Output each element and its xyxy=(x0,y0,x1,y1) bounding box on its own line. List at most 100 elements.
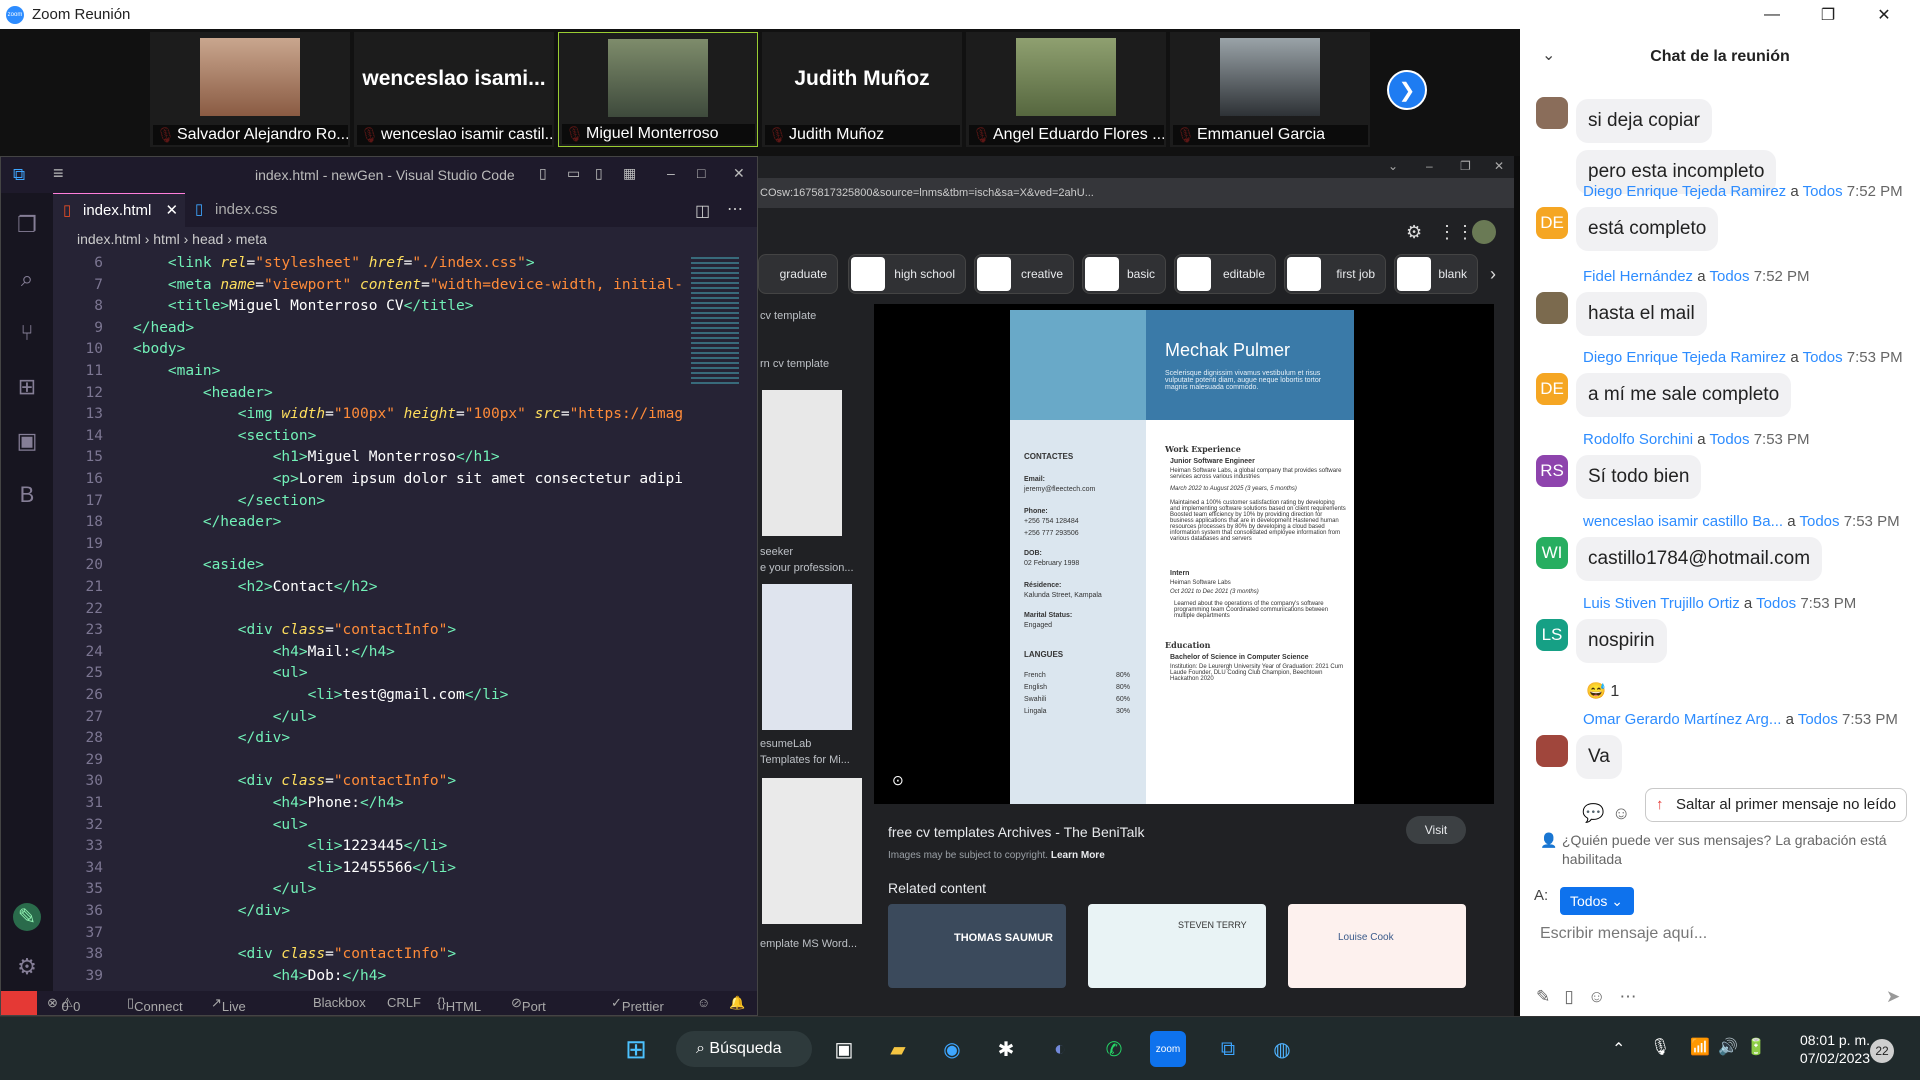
message-bubble[interactable]: castillo1784@hotmail.com xyxy=(1576,537,1823,581)
message-sender[interactable]: Diego Enrique Tejeda Ramirez a Todos 7:5… xyxy=(1583,183,1903,200)
message-bubble[interactable]: Sí todo bien xyxy=(1576,455,1702,499)
minimize-icon[interactable]: – xyxy=(667,165,675,181)
participant-tile-active[interactable]: 🎙 Miguel Monterroso xyxy=(558,32,758,147)
layout-sidebar-icon[interactable]: ▯ xyxy=(539,165,547,182)
message-input[interactable]: Escribir mensaje aquí... xyxy=(1540,925,1707,943)
code-line[interactable]: <title>Miguel Monterroso CV</title> xyxy=(133,298,474,314)
message-bubble[interactable]: hasta el mail xyxy=(1576,292,1707,336)
code-line[interactable]: <p>Lorem ipsum dolor sit amet consectetu… xyxy=(133,471,683,487)
code-line[interactable]: <h4>Dob:</h4> xyxy=(133,968,387,984)
learn-more-link[interactable]: Learn More xyxy=(1051,850,1105,861)
zoom-app-icon[interactable]: zoom xyxy=(1150,1031,1186,1067)
avatar[interactable]: DE xyxy=(1536,207,1568,239)
message-bubble[interactable]: Va xyxy=(1576,735,1622,779)
participant-tile[interactable]: 🎙 Angel Eduardo Flores ... xyxy=(966,32,1166,147)
result-caption[interactable]: cv template xyxy=(760,310,816,322)
breadcrumb-item[interactable]: meta xyxy=(236,231,267,247)
avatar[interactable] xyxy=(1536,97,1568,129)
close-button[interactable]: ✕ xyxy=(1856,0,1912,29)
result-thumbnail[interactable] xyxy=(762,584,852,730)
format-icon[interactable]: ✎ xyxy=(1536,987,1550,1006)
wifi-icon[interactable]: 📶 xyxy=(1690,1037,1710,1057)
close-icon[interactable]: ✕ xyxy=(1494,159,1504,173)
close-tab-icon[interactable]: ✕ xyxy=(166,202,179,219)
chevron-right-icon[interactable]: › xyxy=(1490,264,1496,285)
menu-hamburger-icon[interactable]: ≡ xyxy=(53,163,64,184)
discord-icon[interactable]: ◐ xyxy=(1042,1031,1078,1067)
result-caption[interactable]: e your profession... xyxy=(760,562,854,574)
code-line[interactable]: </ul> xyxy=(133,881,317,897)
jump-to-unread-button[interactable]: ↑ Saltar al primer mensaje no leído xyxy=(1645,788,1907,822)
settings-gear-icon[interactable]: ⚙ xyxy=(13,953,41,981)
close-icon[interactable]: ✕ xyxy=(733,165,745,182)
message-sender[interactable]: Fidel Hernández a Todos 7:52 PM xyxy=(1583,268,1810,285)
bell-icon[interactable]: 🔔 xyxy=(729,995,745,1011)
code-line[interactable]: </section> xyxy=(133,493,325,509)
gear-icon[interactable]: ⚙ xyxy=(1406,222,1422,243)
message-bubble[interactable]: está completo xyxy=(1576,207,1719,251)
more-icon[interactable]: ⋯ xyxy=(1619,987,1636,1006)
connect-item[interactable]: ▯ Connect xyxy=(127,995,183,1014)
search-icon[interactable]: ⌕ xyxy=(13,265,41,293)
tab-index-html[interactable]: ▯ index.html ✕ xyxy=(53,193,185,227)
message-bubble[interactable]: nospirin xyxy=(1576,619,1667,663)
participant-tile[interactable]: Judith Muñoz 🎙 Judith Muñoz xyxy=(762,32,962,147)
chevron-down-icon[interactable]: ⌄ xyxy=(1388,159,1398,173)
prettier-item[interactable]: ✓ Prettier xyxy=(611,995,664,1014)
chevron-up-icon[interactable]: ⌃ xyxy=(1612,1039,1625,1059)
code-line[interactable]: <h4>Phone:</h4> xyxy=(133,795,404,811)
port-item[interactable]: ⊘ Port : 5500 xyxy=(511,995,551,1044)
code-line[interactable]: <img width="100px" height="100px" src="h… xyxy=(133,406,683,422)
address-bar[interactable]: COsw:1675817325800&source=lnms&tbm=isch&… xyxy=(758,178,1514,208)
participant-tile[interactable]: 🎙 Emmanuel Garcia xyxy=(1170,32,1370,147)
code-line[interactable]: <link rel="stylesheet" href="./index.css… xyxy=(133,255,535,271)
code-line[interactable]: </head> xyxy=(133,320,194,336)
code-line[interactable]: <section> xyxy=(133,428,317,444)
breadcrumb-item[interactable]: html xyxy=(153,231,179,247)
taskbar-search[interactable]: ⌕ Búsqueda xyxy=(676,1031,812,1067)
minimap[interactable] xyxy=(691,257,739,387)
start-windows-icon[interactable]: ⊞ xyxy=(618,1031,654,1067)
layout-secondary-icon[interactable]: ▯ xyxy=(595,165,603,182)
code-line[interactable]: </div> xyxy=(133,903,290,919)
code-line[interactable]: <aside> xyxy=(133,557,264,573)
avatar[interactable]: WI xyxy=(1536,537,1568,569)
avatar[interactable] xyxy=(1472,220,1496,244)
avatar[interactable]: RS xyxy=(1536,455,1568,487)
emoji-icon[interactable]: ☺ xyxy=(1588,987,1605,1006)
lens-icon[interactable]: ⊙ xyxy=(892,772,904,789)
code-line[interactable]: </ul> xyxy=(133,709,317,725)
notification-count-badge[interactable]: 22 xyxy=(1870,1039,1894,1063)
filter-chip[interactable]: high school xyxy=(848,254,966,294)
problems-indicator[interactable]: ⊗ 0 ⚠ 0 xyxy=(47,995,80,1014)
avatar[interactable] xyxy=(1536,292,1568,324)
avatar[interactable]: DE xyxy=(1536,373,1568,405)
code-line[interactable]: <h1>Miguel Monterroso</h1> xyxy=(133,449,500,465)
message-sender[interactable]: wenceslao isamir castillo Ba... a Todos … xyxy=(1583,513,1900,530)
participant-tile[interactable]: wenceslao isami... 🎙 wenceslao isamir ca… xyxy=(354,32,554,147)
avatar[interactable] xyxy=(1536,735,1568,767)
message-bubble[interactable]: a mí me sale completo xyxy=(1576,373,1792,417)
result-thumbnail[interactable] xyxy=(762,778,862,924)
result-thumbnail[interactable] xyxy=(762,390,842,536)
code-line[interactable]: <ul> xyxy=(133,665,308,681)
next-page-chevron-right-icon[interactable]: ❯ xyxy=(1387,70,1427,110)
layout-panel-icon[interactable]: ▭ xyxy=(567,165,580,182)
related-card[interactable]: THOMAS SAUMUR xyxy=(888,904,1066,988)
eol-item[interactable]: CRLF xyxy=(387,995,421,1010)
extensions-icon[interactable]: ⊞ xyxy=(13,373,41,401)
message-bubble[interactable]: si deja copiar xyxy=(1576,99,1712,143)
send-icon[interactable]: ➤ xyxy=(1886,987,1900,1007)
network-app-icon[interactable]: ◍ xyxy=(1264,1031,1300,1067)
reaction[interactable]: 😅 1 xyxy=(1586,681,1619,701)
code-line[interactable]: <div class="contactInfo"> xyxy=(133,773,456,789)
feedback-icon[interactable]: ☺ xyxy=(697,995,710,1010)
code-line[interactable]: <h4>Mail:</h4> xyxy=(133,644,395,660)
code-line[interactable]: <li>12455566</li> xyxy=(133,860,456,876)
code-line[interactable]: </header> xyxy=(133,514,282,530)
more-actions-icon[interactable]: ⋯ xyxy=(727,199,743,219)
code-editor[interactable]: 6 <link rel="stylesheet" href="./index.c… xyxy=(53,251,703,993)
clock[interactable]: 08:01 p. m. 07/02/2023 xyxy=(1722,1031,1870,1067)
reply-icon[interactable]: 💬 xyxy=(1582,803,1604,824)
source-control-icon[interactable]: ⑂ xyxy=(13,319,41,347)
